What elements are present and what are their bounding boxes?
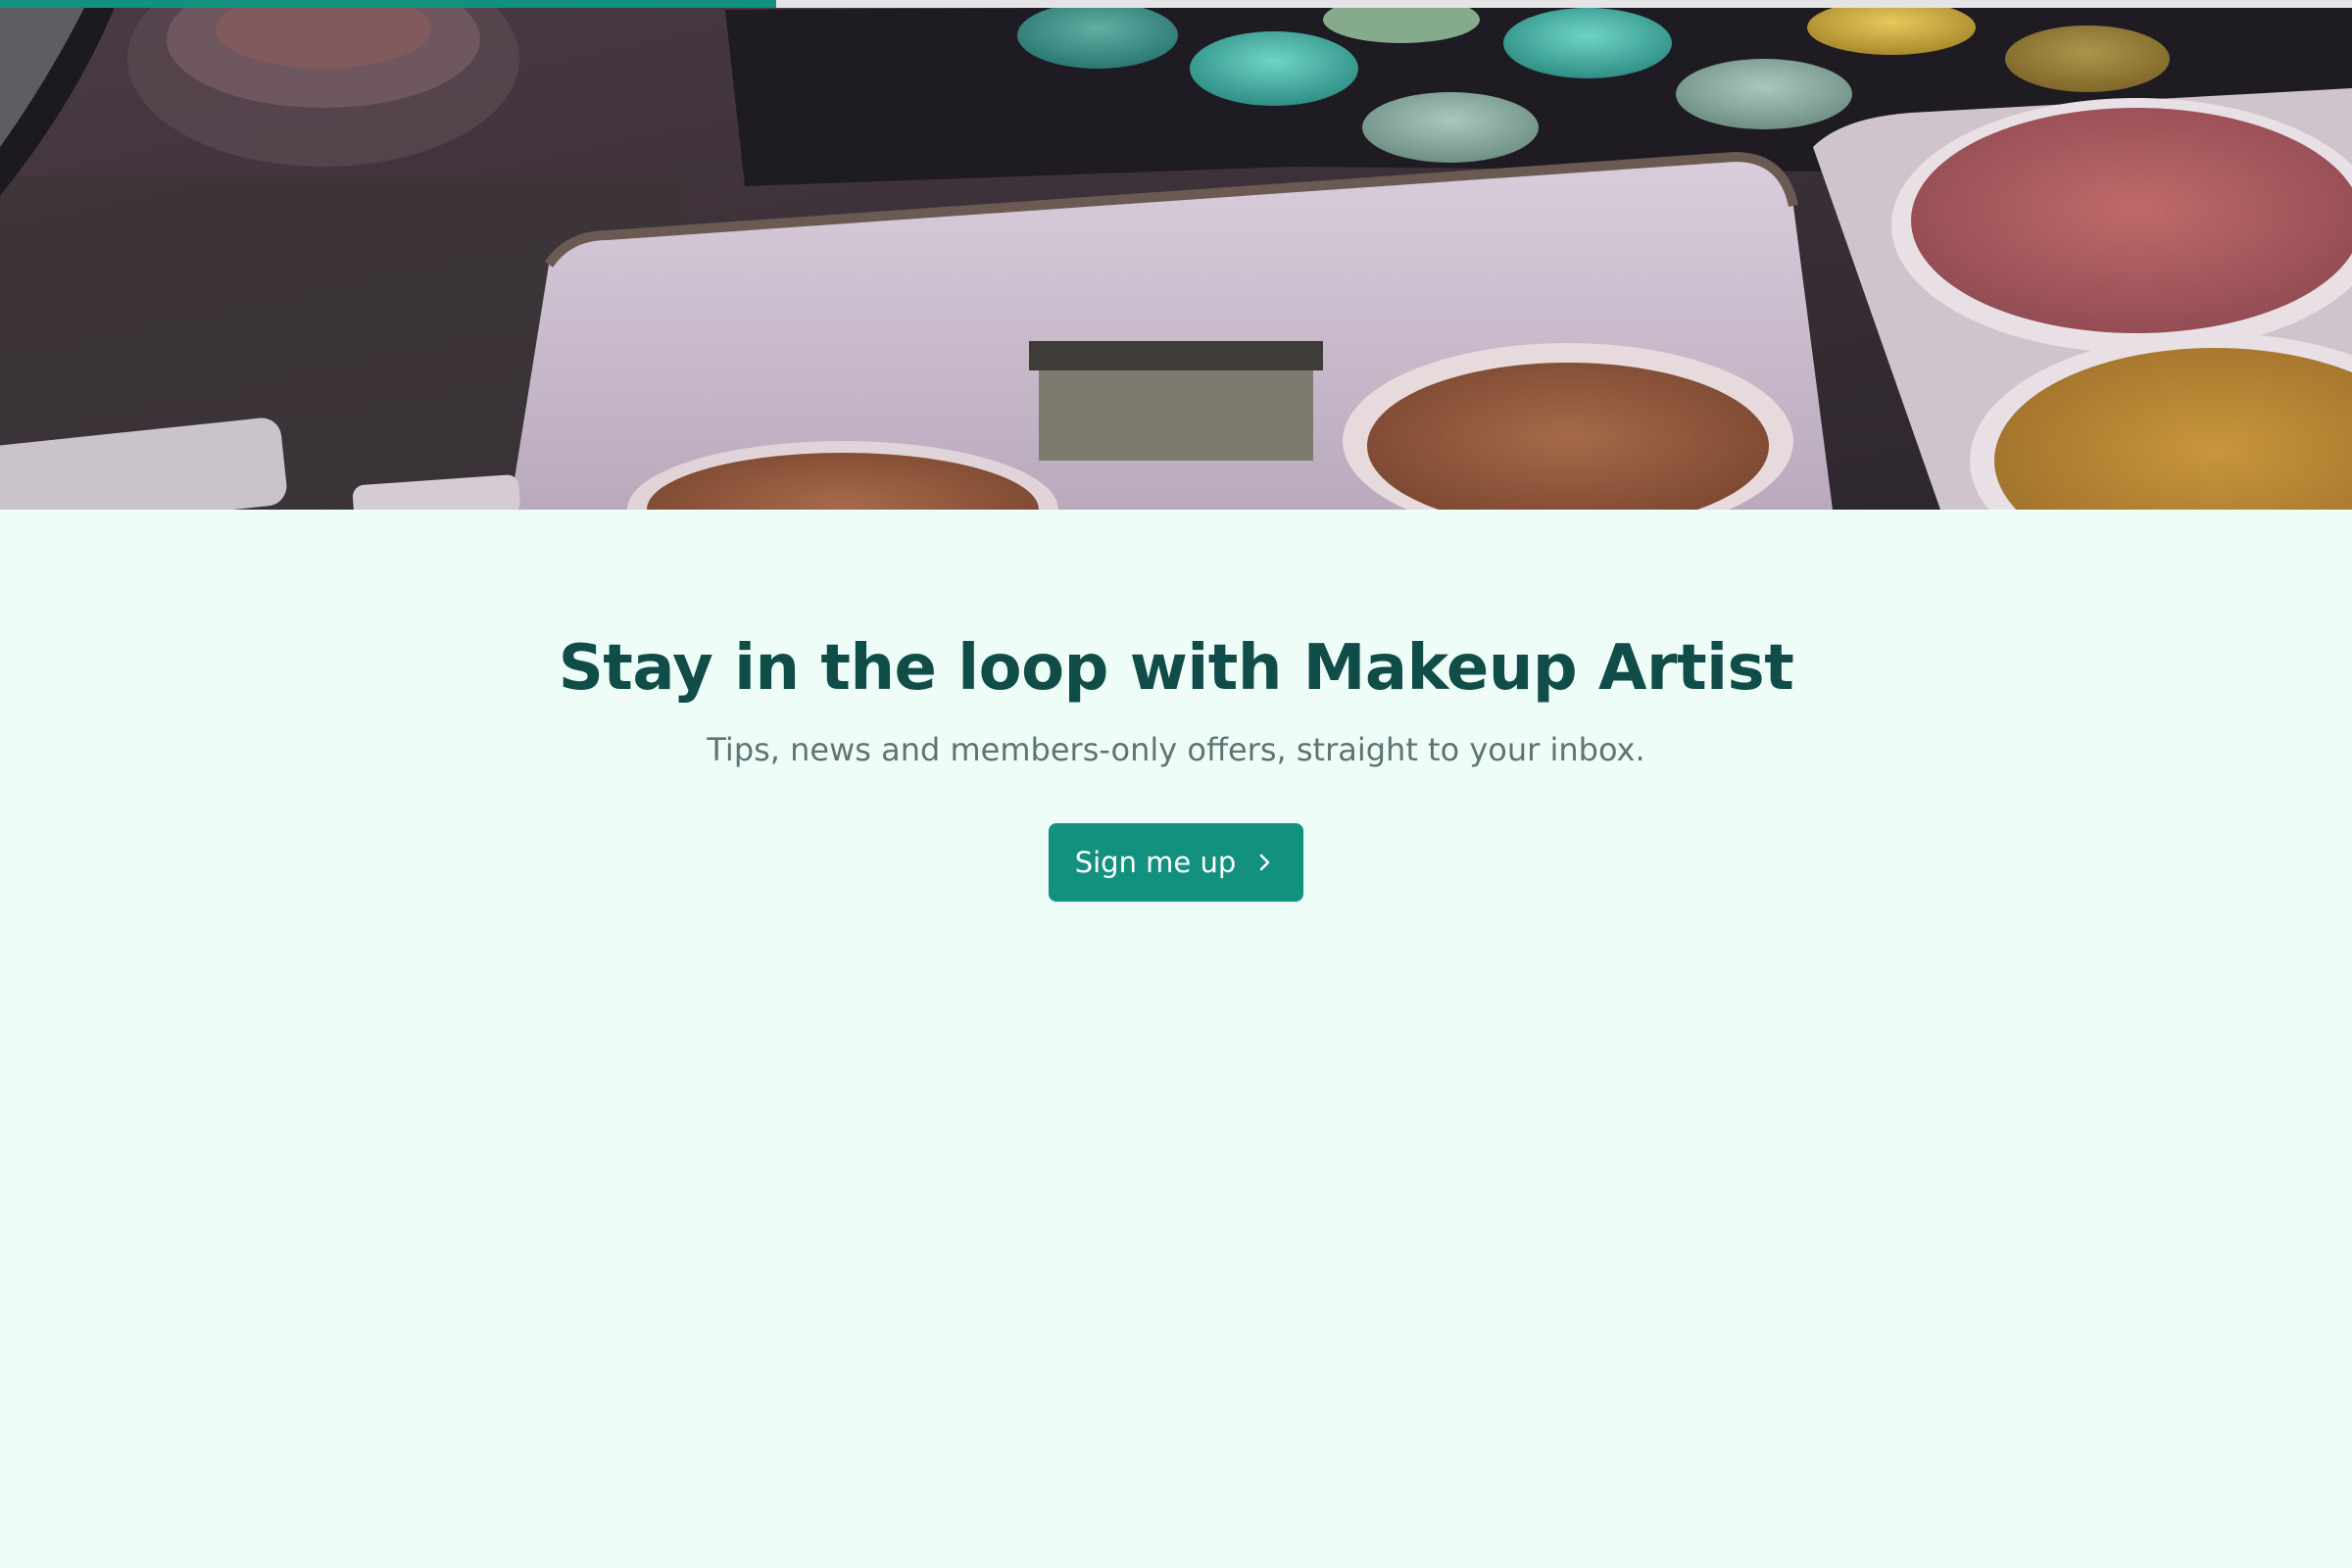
progress-fill xyxy=(0,0,776,8)
signup-headline: Stay in the loop with Makeup Artist xyxy=(558,632,1794,705)
sign-me-up-label: Sign me up xyxy=(1074,846,1237,879)
newsletter-signup: Stay in the loop with Makeup Artist Tips… xyxy=(0,510,2352,1568)
sign-me-up-button[interactable]: Sign me up xyxy=(1049,823,1303,902)
signup-subline: Tips, news and members-only offers, stra… xyxy=(707,731,1645,768)
page: Stay in the loop with Makeup Artist Tips… xyxy=(0,0,2352,1568)
makeup-palette-photo xyxy=(0,0,2352,510)
progress-bar xyxy=(0,0,2352,8)
hero-image xyxy=(0,0,2352,510)
chevron-right-icon xyxy=(1253,851,1277,874)
